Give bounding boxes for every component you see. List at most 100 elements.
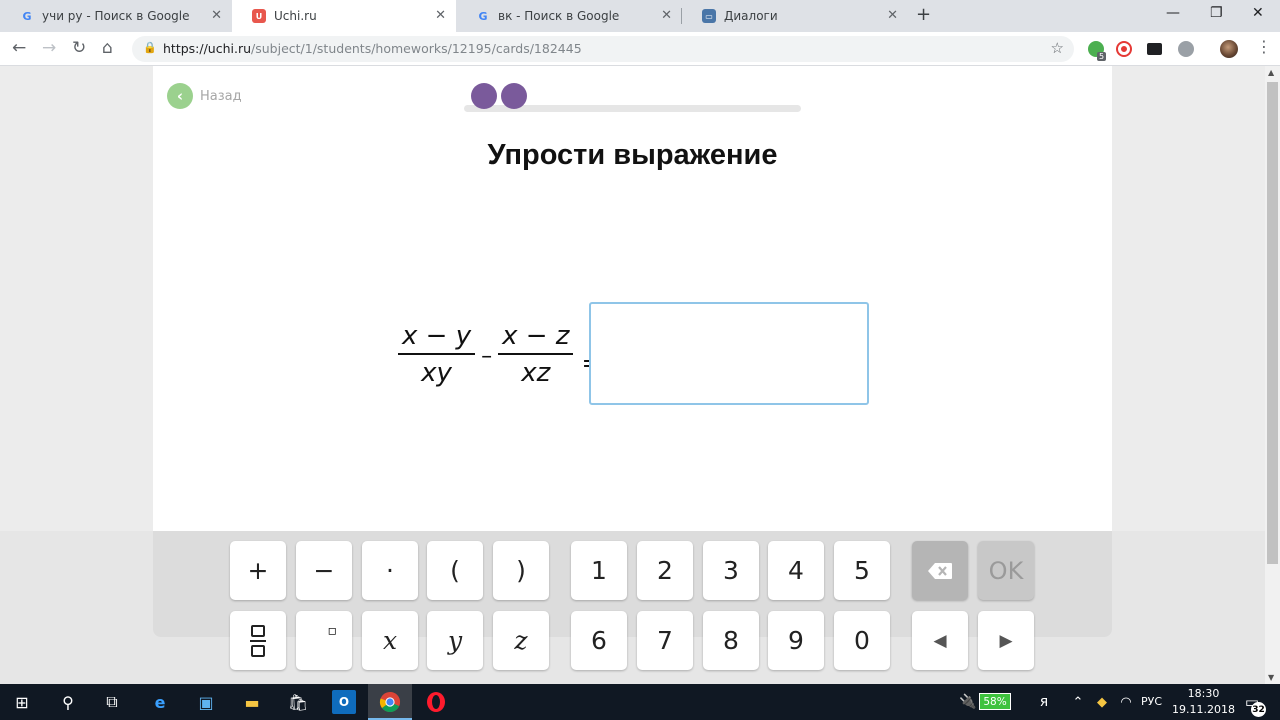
outlook-icon[interactable]: O bbox=[332, 690, 356, 714]
new-tab-button[interactable]: + bbox=[916, 4, 931, 25]
cursor-right-key[interactable]: ▶ bbox=[978, 611, 1034, 670]
backspace-icon bbox=[927, 562, 953, 580]
vertical-scrollbar[interactable]: ▲ ▼ bbox=[1265, 66, 1280, 684]
key-4[interactable]: 4 bbox=[768, 541, 824, 600]
key-0[interactable]: 0 bbox=[834, 611, 890, 670]
edge-browser-icon[interactable]: e bbox=[148, 690, 172, 714]
back-arrow-icon[interactable]: ← bbox=[12, 38, 26, 58]
scroll-up-icon[interactable]: ▲ bbox=[1268, 68, 1274, 77]
close-icon[interactable]: ✕ bbox=[211, 8, 222, 23]
key-3[interactable]: 3 bbox=[703, 541, 759, 600]
backspace-key[interactable] bbox=[912, 541, 968, 600]
task-view-icon[interactable]: ⧉ bbox=[100, 690, 124, 714]
tab-title: Uchi.ru bbox=[274, 9, 317, 23]
key-5[interactable]: 5 bbox=[834, 541, 890, 600]
wifi-icon[interactable]: ◠ bbox=[1114, 690, 1138, 714]
back-link[interactable]: ‹ Назад bbox=[167, 83, 242, 109]
cursor-left-key[interactable]: ◀ bbox=[912, 611, 968, 670]
url-text[interactable]: https://uchi.ru/subject/1/students/homew… bbox=[163, 41, 582, 56]
fraction-denominator: xy bbox=[421, 358, 452, 388]
language-indicator[interactable]: РУС bbox=[1141, 695, 1162, 708]
google-icon: G bbox=[478, 9, 488, 23]
minus-operator: – bbox=[481, 343, 493, 369]
taskbar: ⊞ ⚲ ⧉ e ▣ ▬ 🛍 O 🔌 58% я ⌃ ◆ ◠ РУС 18:30 … bbox=[0, 684, 1280, 720]
lock-icon: 🔒 bbox=[143, 41, 157, 54]
ok-button[interactable]: OK bbox=[978, 541, 1034, 600]
tab-google-search-uchi[interactable]: G учи ру - Поиск в Google ✕ bbox=[0, 0, 232, 32]
windows-start-icon[interactable]: ⊞ bbox=[10, 690, 34, 714]
key-minus[interactable]: − bbox=[296, 541, 352, 600]
clock[interactable]: 18:30 19.11.2018 bbox=[1172, 686, 1235, 718]
uchi-icon: U bbox=[252, 9, 266, 23]
close-icon[interactable]: ✕ bbox=[887, 8, 898, 23]
tab-title: вк - Поиск в Google bbox=[498, 9, 620, 23]
power-icon: ▫ bbox=[327, 622, 338, 639]
key-multiply[interactable]: · bbox=[362, 541, 418, 600]
home-icon[interactable]: ⌂ bbox=[102, 38, 113, 58]
monitor-app-icon[interactable]: ▣ bbox=[194, 690, 218, 714]
store-icon[interactable]: 🛍 bbox=[286, 690, 310, 714]
wallet-extension-icon[interactable] bbox=[1147, 43, 1162, 55]
close-icon[interactable]: ✕ bbox=[435, 8, 446, 23]
key-open-paren[interactable]: ( bbox=[427, 541, 483, 600]
key-y[interactable]: y bbox=[427, 611, 483, 670]
chrome-icon[interactable] bbox=[378, 690, 402, 714]
back-label: Назад bbox=[200, 88, 242, 104]
page-title: Упрости выражение bbox=[487, 139, 778, 171]
key-plus[interactable]: + bbox=[230, 541, 286, 600]
reload-icon[interactable]: ↻ bbox=[72, 38, 86, 58]
minimize-icon[interactable]: — bbox=[1166, 5, 1180, 21]
key-8[interactable]: 8 bbox=[703, 611, 759, 670]
key-power[interactable]: ▫ bbox=[296, 611, 352, 670]
fraction-denominator: xz bbox=[521, 358, 551, 388]
tab-strip: G учи ру - Поиск в Google ✕ U Uchi.ru ✕ … bbox=[0, 0, 1280, 32]
progress-dot bbox=[501, 83, 527, 109]
menu-kebab-icon[interactable]: ⋮ bbox=[1256, 37, 1272, 56]
key-close-paren[interactable]: ) bbox=[493, 541, 549, 600]
opera-icon[interactable] bbox=[424, 690, 448, 714]
battery-indicator[interactable]: 58% bbox=[979, 693, 1011, 710]
tray-app-icon[interactable]: ◆ bbox=[1090, 690, 1114, 714]
key-6[interactable]: 6 bbox=[571, 611, 627, 670]
key-x[interactable]: x bbox=[362, 611, 418, 670]
search-icon[interactable]: ⚲ bbox=[56, 690, 80, 714]
math-keyboard: + − · ( ) 1 2 3 4 5 OK ▫ x y z 6 7 8 9 0… bbox=[153, 531, 1112, 670]
tab-dialogs[interactable]: ▭ Диалоги ✕ bbox=[682, 0, 908, 32]
close-icon[interactable]: ✕ bbox=[661, 8, 672, 23]
tab-google-search-vk[interactable]: G вк - Поиск в Google ✕ bbox=[456, 0, 682, 32]
forward-arrow-icon[interactable]: → bbox=[42, 38, 56, 58]
progress-dot bbox=[471, 83, 497, 109]
file-explorer-icon[interactable]: ▬ bbox=[240, 690, 264, 714]
window-close-icon[interactable]: ✕ bbox=[1252, 5, 1264, 21]
bookmark-star-icon[interactable]: ☆ bbox=[1051, 39, 1064, 57]
answer-input[interactable] bbox=[589, 302, 869, 405]
extension-badge: 5 bbox=[1097, 52, 1107, 61]
power-plug-icon: 🔌 bbox=[959, 694, 977, 710]
key-z[interactable]: z bbox=[493, 611, 549, 670]
key-fraction[interactable] bbox=[230, 611, 286, 670]
cortana-icon[interactable]: я bbox=[1032, 690, 1056, 714]
clock-date: 19.11.2018 bbox=[1172, 703, 1235, 716]
page-viewport: ‹ Назад Упрости выражение x − y xy – x −… bbox=[0, 66, 1265, 684]
tab-title: Диалоги bbox=[724, 9, 778, 23]
google-icon: G bbox=[22, 9, 32, 23]
ghost-extension-icon[interactable] bbox=[1178, 41, 1194, 57]
fraction-numerator: x − y bbox=[402, 321, 472, 351]
tab-uchi[interactable]: U Uchi.ru ✕ bbox=[232, 0, 456, 32]
clock-time: 18:30 bbox=[1187, 687, 1220, 700]
key-2[interactable]: 2 bbox=[637, 541, 693, 600]
key-9[interactable]: 9 bbox=[768, 611, 824, 670]
scroll-down-icon[interactable]: ▼ bbox=[1268, 673, 1274, 682]
key-1[interactable]: 1 bbox=[571, 541, 627, 600]
tray-chevron-up-icon[interactable]: ⌃ bbox=[1066, 690, 1090, 714]
key-7[interactable]: 7 bbox=[637, 611, 693, 670]
restore-icon[interactable]: ❐ bbox=[1210, 5, 1223, 21]
vk-icon: ▭ bbox=[702, 9, 716, 23]
browser-toolbar: ← → ↻ ⌂ 🔒 https://uchi.ru/subject/1/stud… bbox=[0, 32, 1280, 66]
scroll-thumb[interactable] bbox=[1267, 82, 1278, 564]
target-extension-icon[interactable] bbox=[1118, 43, 1130, 55]
address-bar[interactable]: 🔒 https://uchi.ru/subject/1/students/hom… bbox=[132, 36, 1074, 62]
tab-title: учи ру - Поиск в Google bbox=[42, 9, 190, 23]
profile-avatar[interactable] bbox=[1220, 40, 1238, 58]
fraction-1: x − y xy bbox=[398, 319, 476, 391]
